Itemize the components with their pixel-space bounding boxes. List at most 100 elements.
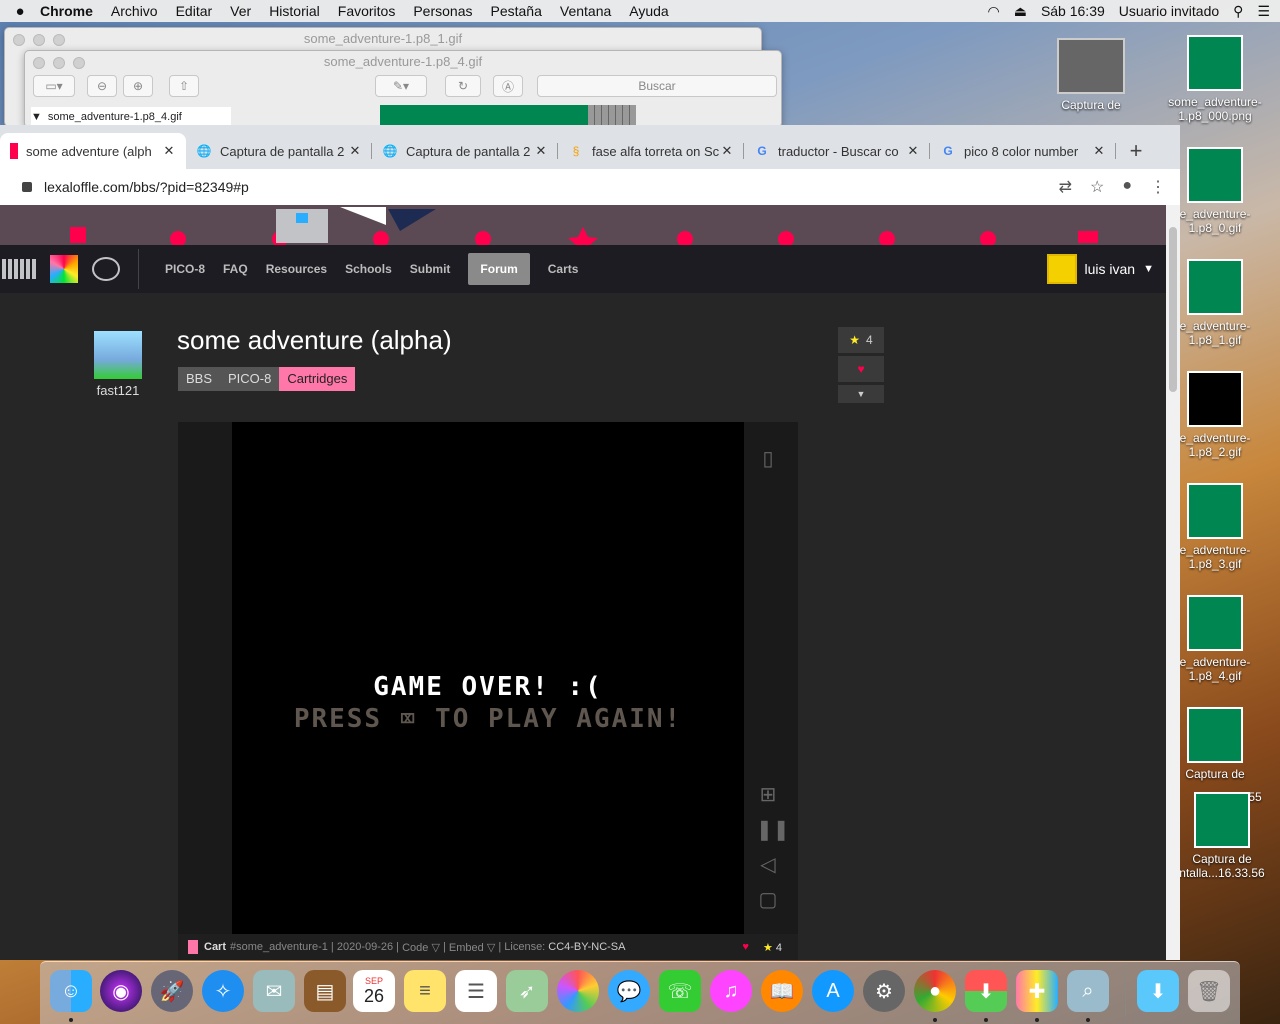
fullscreen-icon[interactable]: ▢	[756, 887, 780, 911]
clock[interactable]: Sáb 16:39	[1041, 3, 1105, 19]
desktop-file[interactable]: Captura de	[1043, 38, 1139, 112]
mail-icon[interactable]: ✉	[253, 970, 295, 1012]
user-menu[interactable]: luis ivan ▼	[1046, 254, 1154, 284]
menu-ver[interactable]: Ver	[230, 3, 251, 19]
tab-close-icon[interactable]: ✕	[162, 143, 176, 159]
cart-info-icon[interactable]: ▯	[756, 446, 780, 470]
desktop-file[interactable]: Captura de	[1167, 707, 1263, 781]
user-menu[interactable]: Usuario invitado	[1119, 3, 1219, 19]
pico8-app-icon[interactable]: ✚	[1016, 970, 1058, 1012]
menu-pestana[interactable]: Pestaña	[491, 3, 542, 19]
messages-icon[interactable]: 💬	[608, 970, 650, 1012]
desktop-file[interactable]: e_adventure-1.p8_2.gif	[1167, 371, 1263, 459]
tab-fase-alfa[interactable]: § fase alfa torreta on Sc ✕	[558, 133, 744, 169]
siri-icon[interactable]: ◉	[100, 970, 142, 1012]
desktop-file[interactable]: e_adventure-1.p8_0.gif	[1167, 147, 1263, 235]
facetime-icon[interactable]: ☏	[659, 970, 701, 1012]
tab-close-icon[interactable]: ✕	[720, 143, 734, 159]
nav-resources[interactable]: Resources	[266, 262, 327, 276]
notes-icon[interactable]: ≡	[404, 970, 446, 1012]
trash-icon[interactable]: 🗑	[1188, 970, 1230, 1012]
cart-id[interactable]: #some_adventure-1	[230, 941, 328, 953]
pause-icon[interactable]: ❚❚	[756, 817, 790, 841]
launchpad-icon[interactable]: 🚀	[151, 970, 193, 1012]
tag-pico8[interactable]: PICO-8	[220, 367, 280, 391]
nav-pico8[interactable]: PICO-8	[165, 262, 205, 276]
star-button[interactable]: ★ 4	[838, 327, 884, 353]
game-screen[interactable]: GAME OVER! :( PRESS ⌧ TO PLAY AGAIN!	[232, 422, 744, 934]
tab-traductor[interactable]: G traductor - Buscar co ✕	[744, 133, 930, 169]
itunes-icon[interactable]: ♫	[710, 970, 752, 1012]
author-avatar[interactable]	[94, 331, 142, 379]
page-scrollbar[interactable]	[1166, 205, 1180, 960]
eject-icon[interactable]: ⏏	[1014, 3, 1027, 20]
desktop-file[interactable]: Captura de ntalla...16.33.56	[1174, 792, 1270, 880]
installer-icon[interactable]: ⬇	[965, 970, 1007, 1012]
voxatron-logo-icon[interactable]	[92, 257, 120, 281]
tag-cartridges[interactable]: Cartridges	[279, 367, 356, 391]
nav-schools[interactable]: Schools	[345, 262, 392, 276]
system-preferences-icon[interactable]: ⚙	[863, 970, 905, 1012]
share-icon[interactable]: ⇧	[169, 75, 199, 97]
menu-ayuda[interactable]: Ayuda	[629, 3, 668, 19]
tag-bbs[interactable]: BBS	[178, 367, 221, 391]
lock-icon[interactable]	[22, 182, 32, 192]
nav-submit[interactable]: Submit	[410, 262, 451, 276]
tab-pico8-color[interactable]: G pico 8 color number ✕	[930, 133, 1116, 169]
pico8-logo-icon[interactable]	[50, 255, 78, 283]
heart-icon[interactable]: ♥	[742, 941, 749, 954]
menu-personas[interactable]: Personas	[413, 3, 472, 19]
menu-favoritos[interactable]: Favoritos	[338, 3, 396, 19]
embed-dropdown[interactable]: Embed ▽	[449, 941, 495, 954]
bookmark-star-icon[interactable]: ☆	[1090, 177, 1104, 197]
tab-close-icon[interactable]: ✕	[906, 143, 920, 159]
url-text[interactable]: lexaloffle.com/bbs/?pid=82349#p	[44, 179, 249, 195]
preview-icon[interactable]: ⌕	[1067, 970, 1109, 1012]
nav-forum[interactable]: Forum	[468, 253, 530, 285]
tab-close-icon[interactable]: ✕	[348, 143, 362, 159]
star-icon[interactable]: ★ 4	[763, 941, 782, 954]
tab-close-icon[interactable]: ✕	[1092, 143, 1106, 159]
license-value[interactable]: CC4-BY-NC-SA	[548, 941, 625, 953]
more-button[interactable]: ▼	[838, 385, 884, 403]
author-name[interactable]: fast121	[88, 383, 148, 398]
desktop-file[interactable]: e_adventure-1.p8_3.gif	[1167, 483, 1263, 571]
apple-menu-icon[interactable]: ●	[0, 3, 40, 20]
annotate-icon[interactable]: Ⓐ	[493, 75, 523, 97]
app-store-icon[interactable]: A	[812, 970, 854, 1012]
nav-faq[interactable]: FAQ	[223, 262, 248, 276]
profile-icon[interactable]: ●	[1122, 177, 1132, 197]
tab-close-icon[interactable]: ✕	[534, 143, 548, 159]
downloads-folder-icon[interactable]: ⬇	[1137, 970, 1179, 1012]
menu-kebab-icon[interactable]: ⋮	[1150, 177, 1166, 197]
contacts-icon[interactable]: ▤	[304, 970, 346, 1012]
menu-chrome[interactable]: Chrome	[40, 3, 93, 19]
markup-icon[interactable]: ✎▾	[375, 75, 427, 97]
spotlight-icon[interactable]: ⚲	[1233, 3, 1243, 20]
code-dropdown[interactable]: Code ▽	[402, 941, 440, 954]
desktop-file[interactable]: e_adventure-1.p8_1.gif	[1167, 259, 1263, 347]
tab-captura-2[interactable]: 🌐 Captura de pantalla 2 ✕	[372, 133, 558, 169]
photos-icon[interactable]	[557, 970, 599, 1012]
chevron-down-icon[interactable]: ▼	[1143, 263, 1154, 275]
reminders-icon[interactable]: ☰	[455, 970, 497, 1012]
menu-editar[interactable]: Editar	[176, 3, 213, 19]
books-icon[interactable]: 📖	[761, 970, 803, 1012]
desktop-file[interactable]: some_adventure-1.p8_000.png	[1167, 35, 1263, 123]
tab-captura-1[interactable]: 🌐 Captura de pantalla 2 ✕	[186, 133, 372, 169]
gamepad-icon[interactable]: ⊞	[756, 782, 780, 806]
menu-historial[interactable]: Historial	[269, 3, 320, 19]
pico8-player[interactable]: GAME OVER! :( PRESS ⌧ TO PLAY AGAIN! ▯ ⊞…	[178, 422, 798, 934]
search-input[interactable]: Buscar	[537, 75, 777, 97]
zoom-out-icon[interactable]: ⊖	[87, 75, 117, 97]
menu-archivo[interactable]: Archivo	[111, 3, 158, 19]
menu-ventana[interactable]: Ventana	[560, 3, 611, 19]
nav-carts[interactable]: Carts	[548, 262, 579, 276]
tab-some-adventure[interactable]: some adventure (alph ✕	[0, 133, 186, 169]
wifi-icon[interactable]: ◠	[987, 3, 999, 20]
rotate-icon[interactable]: ↻	[445, 75, 481, 97]
finder-icon[interactable]: ☺	[50, 970, 92, 1012]
scrollbar-thumb[interactable]	[1169, 227, 1177, 392]
chrome-icon[interactable]: ●	[914, 970, 956, 1012]
like-button[interactable]: ♥	[838, 356, 884, 382]
